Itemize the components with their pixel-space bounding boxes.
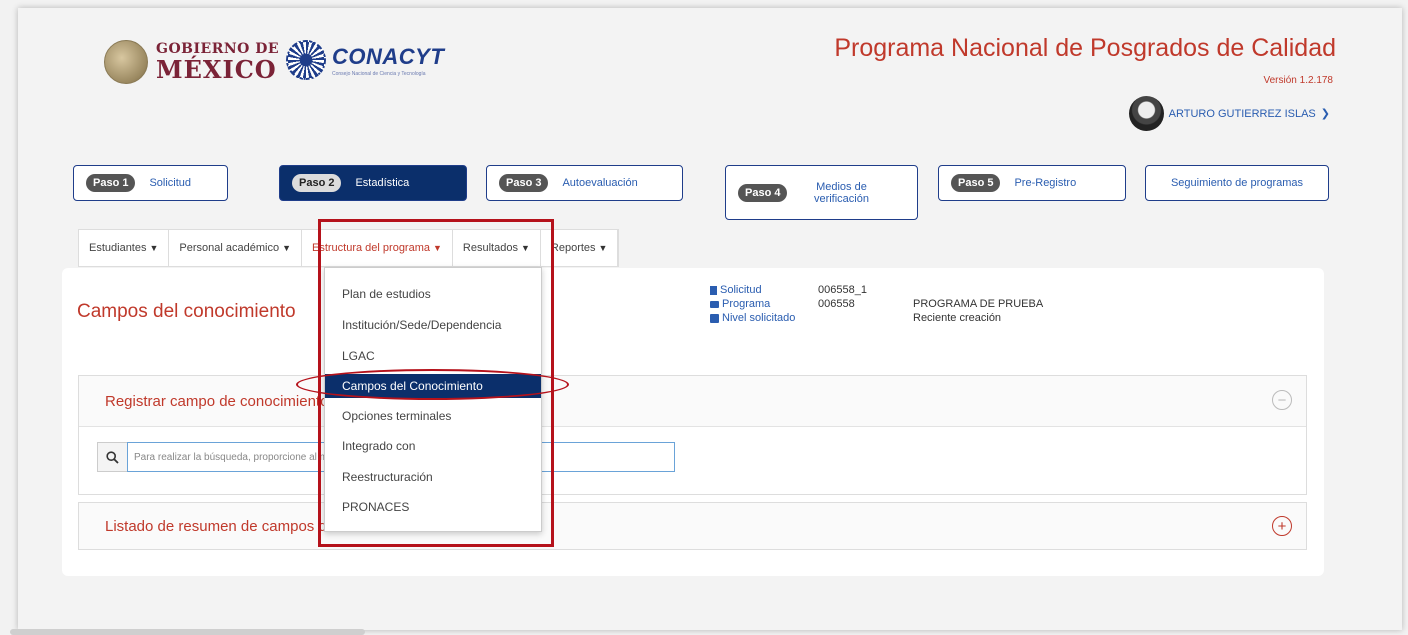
menu-item-opciones-terminales[interactable]: Opciones terminales	[325, 404, 541, 428]
step-pill: Paso 5	[951, 174, 1001, 192]
programa-label: Programa	[722, 298, 771, 310]
main-panel: Campos del conocimiento Solicitud 006558…	[62, 268, 1324, 576]
step-pill: Paso 1	[86, 174, 136, 192]
gobierno-line2: MÉXICO	[156, 55, 277, 84]
app-title: Programa Nacional de Posgrados de Calida…	[834, 34, 1336, 62]
square-icon	[710, 313, 719, 323]
conacyt-name: CONACYT	[332, 43, 445, 69]
program-info: Solicitud 006558_1 Programa 006558 PROGR…	[710, 283, 1043, 325]
step-2-estadistica[interactable]: Paso 2 Estadística	[279, 165, 467, 201]
programa-link[interactable]: Programa	[710, 298, 818, 310]
step-4-medios-verificacion[interactable]: Paso 4 Medios de verificación	[725, 165, 918, 220]
tab-personal-academico[interactable]: Personal académico ▼	[169, 230, 302, 266]
tab-label: Estructura del programa	[312, 242, 430, 254]
collapse-icon[interactable]: −	[1272, 390, 1292, 410]
horizontal-scrollbar[interactable]	[10, 629, 365, 635]
national-seal-icon	[104, 40, 148, 84]
menu-item-plan-estudios[interactable]: Plan de estudios	[325, 282, 541, 306]
document-icon	[710, 285, 717, 295]
menu-item-institucion-sede[interactable]: Institución/Sede/Dependencia	[325, 313, 541, 337]
step-label: Pre-Registro	[1014, 177, 1077, 189]
solicitud-link[interactable]: Solicitud	[710, 284, 818, 296]
menu-item-campos-conocimiento[interactable]: Campos del Conocimiento	[325, 374, 541, 398]
caret-down-icon: ▼	[149, 243, 159, 253]
section-tabs: Estudiantes ▼ Personal académico ▼ Estruct…	[78, 229, 620, 267]
page-title: Campos del conocimiento	[77, 301, 296, 322]
expand-icon[interactable]: +	[1272, 516, 1292, 536]
caret-down-icon: ▼	[520, 243, 530, 253]
version-label: Versión 1.2.178	[1263, 75, 1334, 86]
step-1-solicitud[interactable]: Paso 1 Solicitud	[73, 165, 228, 201]
step-label: Autoevaluación	[562, 177, 638, 189]
tab-label: Reportes	[550, 242, 596, 254]
folder-icon	[710, 300, 719, 308]
conacyt-logo: CONACYT Consejo Nacional de Ciencia y Te…	[286, 40, 444, 80]
conacyt-subtitle: Consejo Nacional de Ciencia y Tecnología	[332, 70, 426, 77]
nivel-label: Nivel solicitado	[722, 312, 796, 324]
register-section: Registrar campo de conocimiento −	[78, 375, 1307, 495]
step-label: Medios de verificación	[813, 180, 869, 205]
user-name: ARTURO GUTIERREZ ISLAS	[1168, 107, 1316, 120]
gobierno-line1: GOBIERNO DE	[156, 41, 280, 57]
conacyt-emblem-icon	[286, 40, 326, 80]
menu-item-pronaces[interactable]: PRONACES	[325, 495, 541, 519]
tab-label: Personal académico	[179, 242, 280, 254]
step-5-pre-registro[interactable]: Paso 5 Pre-Registro	[938, 165, 1126, 201]
step-pill: Paso 2	[292, 174, 342, 192]
step-pill: Paso 4	[738, 183, 788, 202]
caret-down-icon: ▼	[282, 243, 291, 253]
gobierno-mexico-logo: GOBIERNO DE MÉXICO	[104, 40, 279, 84]
step-pill: Paso 3	[499, 174, 549, 192]
menu-item-reestructuracion[interactable]: Reestructuración	[325, 465, 541, 489]
caret-down-icon: ▼	[433, 243, 442, 253]
menu-item-integrado-con[interactable]: Integrado con	[325, 434, 541, 458]
step-3-autoevaluacion[interactable]: Paso 3 Autoevaluación	[486, 165, 683, 201]
tab-reportes[interactable]: Reportes ▼	[541, 230, 619, 266]
register-section-header[interactable]: Registrar campo de conocimiento −	[79, 376, 1306, 427]
chevron-down-icon: ❯	[1320, 108, 1330, 120]
nivel-description: Reciente creación	[913, 312, 1002, 324]
tab-estructura-programa[interactable]: Estructura del programa ▼	[302, 230, 453, 266]
step-seguimiento-programas[interactable]: Seguimiento de programas	[1145, 165, 1329, 201]
nivel-link[interactable]: Nivel solicitado	[710, 312, 818, 324]
step-label: Solicitud	[149, 177, 192, 189]
solicitud-label: Solicitud	[720, 284, 762, 296]
avatar	[1128, 96, 1164, 131]
caret-down-icon: ▼	[598, 243, 608, 253]
tab-label: Resultados	[462, 242, 518, 254]
tab-resultados[interactable]: Resultados ▼	[453, 230, 541, 266]
user-menu[interactable]: ARTURO GUTIERREZ ISLAS ❯	[1128, 96, 1330, 131]
tab-estudiantes[interactable]: Estudiantes ▼	[79, 230, 170, 266]
menu-item-lgac[interactable]: LGAC	[325, 344, 541, 368]
step-label: Estadística	[355, 177, 410, 189]
solicitud-value: 006558_1	[818, 284, 867, 296]
programa-description: PROGRAMA DE PRUEBA	[913, 298, 1044, 310]
search-button[interactable]	[97, 442, 127, 472]
step-label: Seguimiento de programas	[1170, 177, 1304, 189]
tab-label: Estudiantes	[89, 242, 147, 254]
search-icon	[106, 450, 119, 464]
programa-value: 006558	[818, 298, 855, 310]
estructura-dropdown-menu: Plan de estudios Institución/Sede/Depend…	[324, 267, 542, 532]
list-section[interactable]: Listado de resumen de campos del conocim…	[78, 502, 1307, 550]
register-section-title: Registrar campo de conocimiento	[105, 393, 329, 410]
